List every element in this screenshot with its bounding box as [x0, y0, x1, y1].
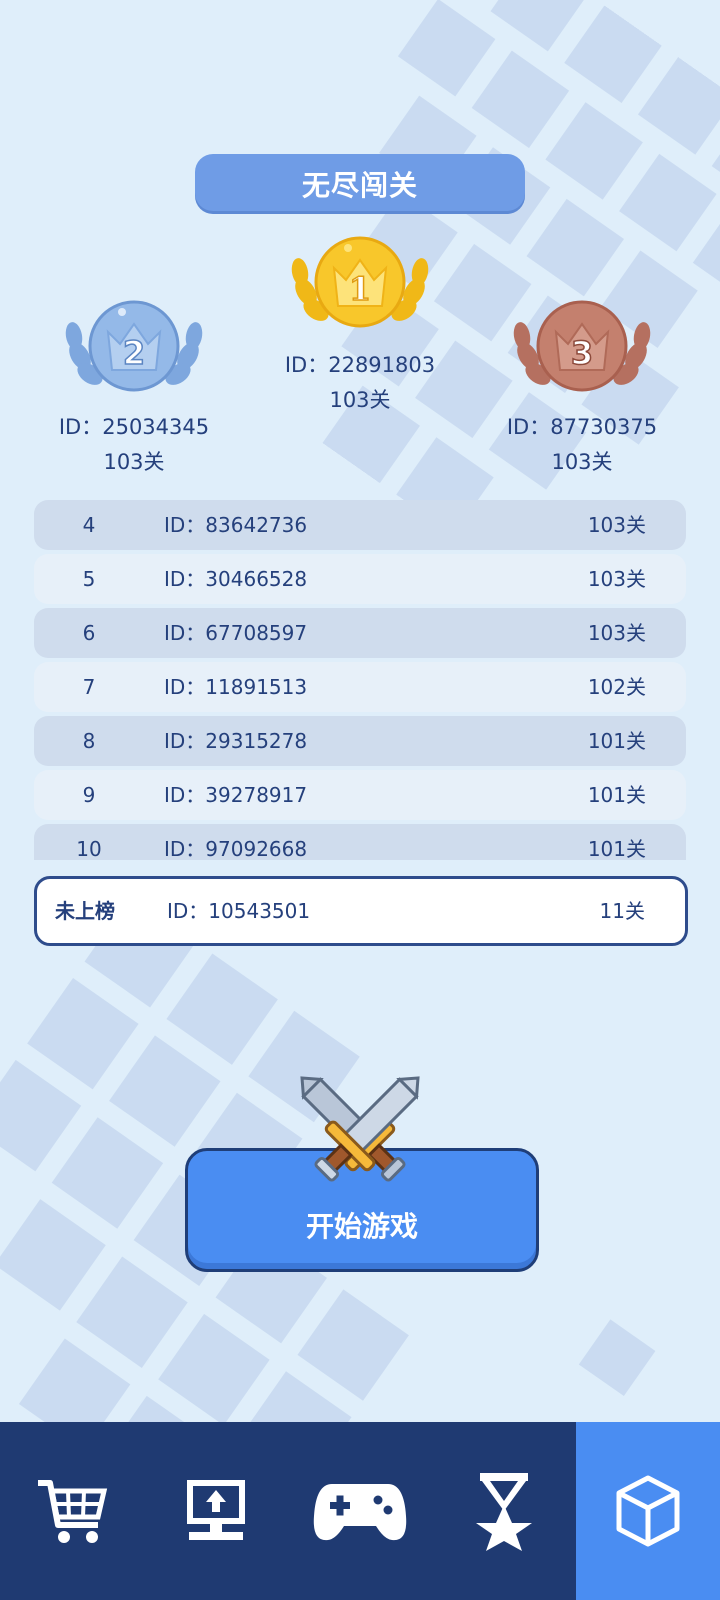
self-id: ID：10543501 [167, 899, 311, 923]
ranking-rank: 4 [82, 513, 96, 537]
podium-first-level: 103关 [329, 388, 391, 412]
ranking-level: 102关 [587, 675, 646, 699]
ranking-row: 4 ID：83642736 103关 [34, 500, 686, 550]
ranking-id: ID：97092668 [164, 837, 308, 860]
podium-second: ID：25034345 103关 [34, 410, 234, 480]
shopping-cart-icon [38, 1480, 108, 1543]
podium-third-level: 103关 [551, 450, 613, 474]
ranking-rank: 9 [82, 783, 96, 807]
cube-icon [616, 1475, 680, 1547]
ranking-row: 8 ID：29315278 101关 [34, 716, 686, 766]
podium-first: ID：22891803 103关 [260, 348, 460, 418]
ranking-rank: 10 [76, 837, 102, 860]
gold-medal-place: 1 [349, 270, 371, 308]
ranking-row: 7 ID：11891513 102关 [34, 662, 686, 712]
ranking-level: 103关 [587, 621, 646, 645]
ranking-row: 10 ID：97092668 101关 [34, 824, 686, 860]
self-ranking-row: 未上榜 ID：10543501 11关 [34, 876, 688, 946]
mode-title: 无尽闯关 [301, 169, 418, 202]
nav-upload[interactable] [144, 1422, 288, 1600]
ranking-id: ID：39278917 [164, 783, 308, 807]
ranking-level: 103关 [587, 513, 646, 537]
ranking-rank: 7 [82, 675, 96, 699]
ranking-list[interactable]: 4 ID：83642736 103关 5 ID：30466528 103关 6 … [34, 500, 686, 860]
nav-achievements[interactable] [432, 1422, 576, 1600]
ranking-id: ID：11891513 [164, 675, 308, 699]
ranking-level: 101关 [587, 837, 646, 860]
nav-game[interactable] [288, 1422, 432, 1600]
ranking-id: ID：29315278 [164, 729, 308, 753]
ranking-rank: 5 [82, 567, 96, 591]
gamepad-icon [313, 1484, 407, 1541]
ribbon-star-icon [476, 1473, 532, 1551]
bronze-medal-place: 3 [571, 334, 593, 372]
computer-upload-icon [187, 1480, 245, 1540]
podium-second-level: 103关 [103, 450, 165, 474]
bottom-navigation [0, 1422, 720, 1600]
ranking-level: 101关 [587, 729, 646, 753]
podium-second-id: ID：25034345 [58, 415, 210, 439]
podium-first-id: ID：22891803 [284, 353, 436, 377]
ranking-row: 6 ID：67708597 103关 [34, 608, 686, 658]
ranking-row: 5 ID：30466528 103关 [34, 554, 686, 604]
self-level: 11关 [599, 899, 645, 923]
silver-medal-place: 2 [123, 334, 145, 372]
ranking-level: 103关 [587, 567, 646, 591]
ranking-row: 9 ID：39278917 101关 [34, 770, 686, 820]
podium-third: ID：87730375 103关 [482, 410, 682, 480]
bronze-medal-icon: 3 [512, 296, 652, 396]
ranking-id: ID：30466528 [164, 567, 308, 591]
ranking-id: ID：83642736 [164, 513, 308, 537]
nav-shop[interactable] [0, 1422, 144, 1600]
silver-medal-icon: 2 [64, 296, 204, 396]
ranking-rank: 6 [82, 621, 96, 645]
mode-title-pill: 无尽闯关 [195, 154, 525, 214]
ranking-level: 101关 [587, 783, 646, 807]
ranking-rank: 8 [82, 729, 96, 753]
crossed-swords-icon [290, 1076, 430, 1198]
ranking-id: ID：67708597 [164, 621, 308, 645]
start-game-label: 开始游戏 [305, 1210, 418, 1243]
nav-inventory[interactable] [576, 1422, 720, 1600]
podium-third-id: ID：87730375 [506, 415, 658, 439]
self-rank: 未上榜 [55, 899, 115, 923]
gold-medal-icon: 1 [290, 232, 430, 332]
